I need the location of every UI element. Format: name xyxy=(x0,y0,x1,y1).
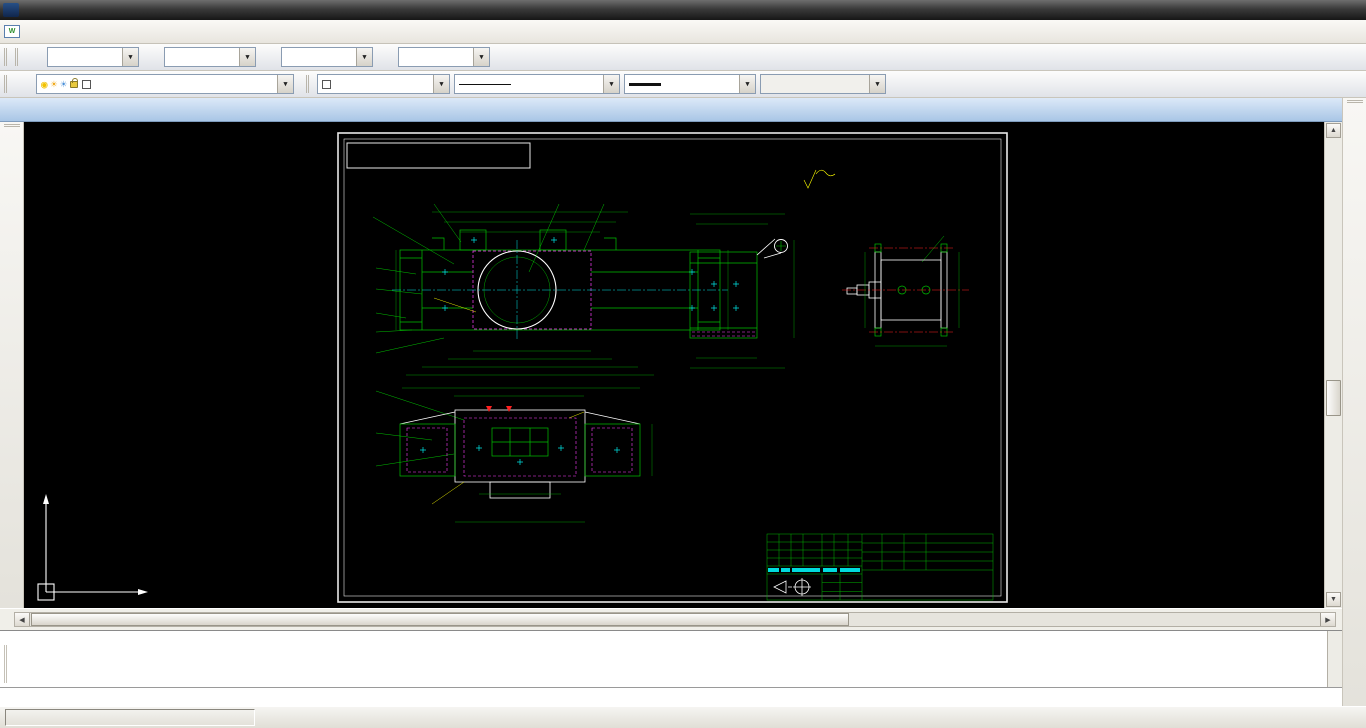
lineweight-combo[interactable]: ▼ xyxy=(624,74,756,94)
mleader-style-icon[interactable] xyxy=(375,47,396,68)
combo-arrow-icon[interactable]: ▼ xyxy=(356,48,372,66)
text-style-combo[interactable]: ▼ xyxy=(47,47,139,67)
text-style-icon[interactable] xyxy=(24,47,45,68)
document-tab-bar xyxy=(0,98,1342,122)
scroll-down-icon[interactable]: ▼ xyxy=(1326,592,1341,607)
red-centerlines xyxy=(842,248,969,332)
document-icon: W xyxy=(4,25,20,38)
layer-color-swatch xyxy=(82,80,91,89)
projection-symbol xyxy=(774,578,811,596)
scroll-thumb[interactable] xyxy=(31,613,849,626)
vertical-scrollbar[interactable]: ▲ ▼ xyxy=(1324,122,1342,608)
title-bar xyxy=(0,0,1366,20)
command-grip[interactable] xyxy=(4,645,7,683)
layers-toolbar: ◉ ☀ ☀ ▼ ▼ ▼ ▼ ▼ xyxy=(0,71,1366,98)
layer-combo[interactable]: ◉ ☀ ☀ ▼ xyxy=(36,74,294,94)
scroll-right-icon[interactable]: ▶ xyxy=(1320,613,1335,626)
dim-style-combo[interactable]: ▼ xyxy=(164,47,256,67)
menu-bar: W xyxy=(0,20,1366,44)
mleader-style-combo[interactable]: ▼ xyxy=(398,47,490,67)
scroll-thumb[interactable] xyxy=(1326,380,1341,416)
command-scrollbar[interactable] xyxy=(1327,631,1342,687)
table-style-icon[interactable] xyxy=(258,47,279,68)
ucs-icon xyxy=(38,494,148,600)
weld-mark xyxy=(486,406,492,412)
draw-toolbar xyxy=(0,122,24,608)
centerlines xyxy=(392,240,728,340)
layer-thaw-sun-icon[interactable]: ☀ xyxy=(51,79,58,90)
command-window[interactable] xyxy=(0,630,1342,706)
toolbar-grip[interactable] xyxy=(4,75,9,93)
hole-crosses xyxy=(442,237,695,311)
combo-arrow-icon[interactable]: ▼ xyxy=(433,75,449,93)
layer-vp-sun-icon[interactable]: ☀ xyxy=(60,79,67,90)
combo-arrow-icon[interactable]: ▼ xyxy=(739,75,755,93)
surface-symbol[interactable] xyxy=(804,170,835,188)
linetype-combo[interactable]: ▼ xyxy=(454,74,620,94)
command-history[interactable] xyxy=(0,631,1342,688)
combo-arrow-icon: ▼ xyxy=(869,75,885,93)
weld-mark xyxy=(506,406,512,412)
combo-arrow-icon[interactable]: ▼ xyxy=(277,75,293,93)
title-block[interactable] xyxy=(767,534,993,600)
side-plate-view[interactable] xyxy=(690,214,794,368)
table-style-combo[interactable]: ▼ xyxy=(281,47,373,67)
layer-on-bulb-icon[interactable]: ◉ xyxy=(41,79,48,90)
app-logo-icon xyxy=(3,3,19,17)
combo-arrow-icon[interactable]: ▼ xyxy=(603,75,619,93)
dimension-lines xyxy=(396,212,728,375)
combo-arrow-icon[interactable]: ▼ xyxy=(122,48,138,66)
scroll-up-icon[interactable]: ▲ xyxy=(1326,123,1341,138)
horizontal-scrollbar[interactable]: ◀ ▶ xyxy=(14,612,1336,627)
front-view[interactable] xyxy=(392,212,728,375)
layer-lock-icon[interactable] xyxy=(70,81,78,88)
cylinder-view[interactable] xyxy=(842,244,969,346)
dim-style-icon[interactable] xyxy=(141,47,162,68)
paper-frame[interactable] xyxy=(338,133,1007,602)
toolbar-grip[interactable] xyxy=(4,124,20,129)
drawing-canvas[interactable] xyxy=(24,122,1324,608)
standard-toolbar: ▼ ▼ ▼ ▼ xyxy=(0,44,1366,71)
toolbar-grip[interactable] xyxy=(4,48,9,66)
toolbar-grip[interactable] xyxy=(306,75,311,93)
balloon-leaders[interactable] xyxy=(373,204,944,466)
color-combo[interactable]: ▼ xyxy=(317,74,450,94)
plotstyle-combo: ▼ xyxy=(760,74,886,94)
toolbar-grip[interactable] xyxy=(1347,100,1363,105)
bottom-view[interactable] xyxy=(400,388,652,522)
title-block-bars xyxy=(768,568,860,572)
color-swatch xyxy=(322,80,331,89)
scroll-left-icon[interactable]: ◀ xyxy=(15,613,30,626)
layers-manager-button[interactable] xyxy=(13,74,34,95)
toolbar-grip[interactable] xyxy=(15,48,20,66)
command-lines xyxy=(16,690,1324,728)
layout-tab-row: ◀ ▶ xyxy=(0,608,1342,630)
linetype-sample xyxy=(459,84,511,85)
combo-arrow-icon[interactable]: ▼ xyxy=(473,48,489,66)
lineweight-sample xyxy=(629,83,661,86)
sr-title-box xyxy=(347,143,530,168)
mechanical-modify-toolbar xyxy=(1342,98,1366,706)
combo-arrow-icon[interactable]: ▼ xyxy=(239,48,255,66)
cad-drawing[interactable] xyxy=(24,122,1324,608)
leader-line xyxy=(434,298,476,312)
